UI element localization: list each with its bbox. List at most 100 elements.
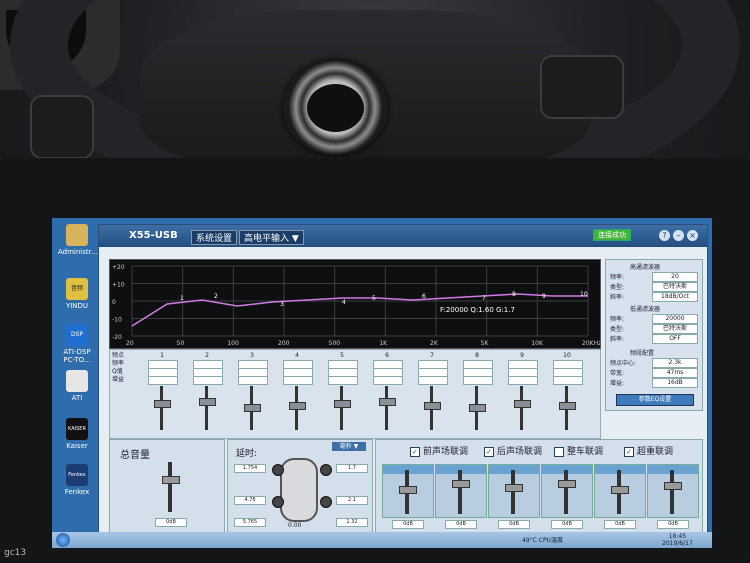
channel-volume-track[interactable] <box>670 470 674 514</box>
link-sub[interactable]: ✓ 超重联调 <box>624 444 673 457</box>
delay-center-input[interactable]: 1.32 <box>336 518 368 527</box>
eq-point-label[interactable]: 9 <box>542 293 546 300</box>
band-slider-knob[interactable] <box>514 400 531 408</box>
delay-rr-input[interactable]: 2.1 <box>336 496 368 505</box>
channel-volume-value[interactable]: 0dB <box>392 520 424 529</box>
channel-volume-knob[interactable] <box>452 480 470 488</box>
eq-point-label[interactable]: 7 <box>482 295 486 302</box>
input-mode-select[interactable]: 高电平输入 ▼ <box>239 230 304 245</box>
band-slider-knob[interactable] <box>289 402 306 410</box>
channel-volume-knob[interactable] <box>611 486 629 494</box>
lp-slope-select[interactable]: OFF <box>652 334 698 344</box>
channel-volume-knob[interactable] <box>664 482 682 490</box>
tab-system-settings[interactable]: 系统设置 <box>191 230 238 245</box>
band-slider-track[interactable] <box>340 386 343 430</box>
channel-volume-value[interactable]: 0dB <box>445 520 477 529</box>
channel-volume-value[interactable]: 0dB <box>551 520 583 529</box>
band-gain-input[interactable] <box>463 376 493 385</box>
eq-point-label[interactable]: 8 <box>512 291 516 298</box>
band-slider-knob[interactable] <box>199 398 216 406</box>
band-slider-knob[interactable] <box>559 402 576 410</box>
desktop-icon-fenkex[interactable]: Fenkex Fenkex <box>58 464 96 496</box>
band-gain-input[interactable] <box>283 376 313 385</box>
link-whole-checkbox[interactable] <box>554 446 564 457</box>
band-slider-knob[interactable] <box>334 400 351 408</box>
delay-fl-input[interactable]: 1.754 <box>234 464 266 473</box>
band-gain-input[interactable] <box>553 376 583 385</box>
band-slider-knob[interactable] <box>244 404 261 412</box>
band-gain-input[interactable] <box>193 376 223 385</box>
eq-point-label[interactable]: 3 <box>280 301 284 308</box>
eq-point-label[interactable]: 2 <box>214 293 218 300</box>
master-volume-knob[interactable] <box>162 476 180 484</box>
channel-volume-value[interactable]: 0dB <box>657 520 689 529</box>
eq-point-label[interactable]: 6 <box>422 293 426 300</box>
param-eq-button[interactable]: 参数EQ设置 <box>616 394 694 406</box>
lp-type-select[interactable]: 巴特沃斯 <box>652 324 698 334</box>
master-volume-track[interactable] <box>168 462 172 512</box>
band-freq-input[interactable]: 2.3k <box>652 358 698 368</box>
band-slider-track[interactable] <box>385 386 388 430</box>
band-slider-track[interactable] <box>520 386 523 430</box>
link-front[interactable]: ✓ 前声场联调 <box>410 444 468 457</box>
band-slider-knob[interactable] <box>379 398 396 406</box>
delay-fr-input[interactable]: 1.7 <box>336 464 368 473</box>
wheel-right-buttons <box>540 55 624 119</box>
channel-volume-knob[interactable] <box>505 484 523 492</box>
band-gain-input[interactable]: 16dB <box>652 378 698 388</box>
speaker-front-left-icon[interactable] <box>272 464 284 476</box>
link-sub-checkbox[interactable]: ✓ <box>624 446 634 457</box>
hp-freq-input[interactable]: 20 <box>652 272 698 282</box>
start-button-icon[interactable] <box>56 533 70 547</box>
band-slider-knob[interactable] <box>424 402 441 410</box>
eq-point-label[interactable]: 10 <box>580 291 588 298</box>
band-header-gain: 增益 <box>112 376 125 383</box>
master-volume-value[interactable]: 0dB <box>155 518 187 527</box>
hp-slope-select[interactable]: 18dB/Oct <box>652 292 698 302</box>
help-icon[interactable]: ? <box>659 230 670 241</box>
minimize-icon[interactable]: – <box>673 230 684 241</box>
band-gain-input[interactable] <box>328 376 358 385</box>
close-icon[interactable]: × <box>687 230 698 241</box>
delay-unit-select[interactable]: 毫秒 ▼ <box>332 442 366 451</box>
band-q-input[interactable]: 47ms <box>652 368 698 378</box>
channel-volume-track[interactable] <box>458 470 462 514</box>
eq-point-label[interactable]: 5 <box>372 295 376 302</box>
speaker-rear-right-icon[interactable] <box>320 496 332 508</box>
clock[interactable]: 18:45 2019/6/17 <box>662 533 693 547</box>
band-gain-input[interactable] <box>148 376 178 385</box>
eq-curve-graph[interactable]: 1 2 3 4 5 6 7 8 9 10 +20 +10 0 -10 -20 20 50 100 200 500 1… <box>109 259 601 349</box>
band-slider-knob[interactable] <box>154 400 171 408</box>
y-tick-label: +10 <box>112 282 125 289</box>
desktop-icon-administrator[interactable]: Administr... <box>58 224 98 256</box>
desktop-icon-ati-dsp[interactable]: DSP ATI-DSP PC-TO... <box>58 324 96 364</box>
channel-volume-track[interactable] <box>564 470 568 514</box>
band-slider-track[interactable] <box>205 386 208 430</box>
lp-freq-input[interactable]: 20000 <box>652 314 698 324</box>
eq-point-label[interactable]: 4 <box>342 299 346 306</box>
band-gain-input[interactable] <box>508 376 538 385</box>
desktop-icon-kaiser[interactable]: KAISER Kaiser <box>58 418 96 450</box>
channel-volume-knob[interactable] <box>558 480 576 488</box>
link-rear-checkbox[interactable]: ✓ <box>484 446 494 457</box>
delay-rl-input[interactable]: 4.78 <box>234 496 266 505</box>
band-gain-input[interactable] <box>373 376 403 385</box>
desktop-icon-yindu[interactable]: 音频 YINDU <box>58 278 96 310</box>
hp-type-select[interactable]: 巴特沃斯 <box>652 282 698 292</box>
band-slider-track[interactable] <box>160 386 163 430</box>
link-whole-car[interactable]: 整车联调 <box>554 444 603 457</box>
channel-volume-track[interactable] <box>511 470 515 514</box>
band-gain-input[interactable] <box>418 376 448 385</box>
desktop-icon-ati[interactable]: ATI <box>58 370 96 402</box>
link-front-checkbox[interactable]: ✓ <box>410 446 420 457</box>
channel-volume-knob[interactable] <box>399 486 417 494</box>
band-gain-input[interactable] <box>238 376 268 385</box>
delay-sub-input[interactable]: 5.765 <box>234 518 266 527</box>
speaker-rear-left-icon[interactable] <box>272 496 284 508</box>
channel-volume-value[interactable]: 0dB <box>604 520 636 529</box>
link-rear[interactable]: ✓ 后声场联调 <box>484 444 542 457</box>
speaker-front-right-icon[interactable] <box>320 464 332 476</box>
band-slider-knob[interactable] <box>469 404 486 412</box>
eq-point-label[interactable]: 1 <box>180 295 184 302</box>
channel-volume-value[interactable]: 0dB <box>498 520 530 529</box>
